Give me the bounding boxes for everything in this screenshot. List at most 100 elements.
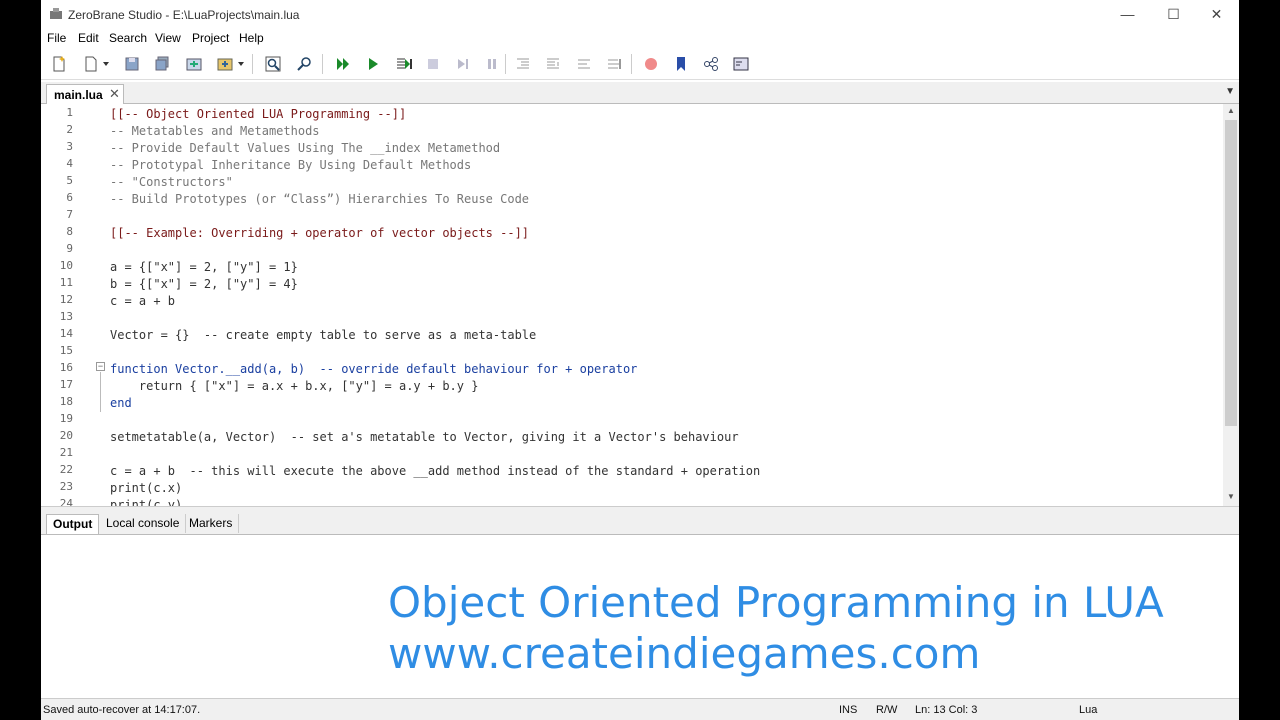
save-all-icon[interactable] xyxy=(152,54,172,74)
right-letterbox xyxy=(1239,0,1280,720)
overlay-url: www.createindiegames.com xyxy=(388,629,981,678)
code-line: -- Build Prototypes (or “Class”) Hierarc… xyxy=(110,192,530,206)
scroll-thumb[interactable] xyxy=(1225,120,1237,426)
tab-label: main.lua xyxy=(54,88,103,102)
menu-project[interactable]: Project xyxy=(192,31,229,45)
line-number: 12 xyxy=(59,293,73,306)
line-number: 9 xyxy=(66,242,73,255)
breakpoint-icon[interactable] xyxy=(641,54,661,74)
menu-bar: File Edit Search View Project Help xyxy=(41,29,1239,49)
code-line: a = {["x"] = 2, ["y"] = 1} xyxy=(110,260,298,274)
scroll-down-icon[interactable]: ▼ xyxy=(1223,492,1239,501)
close-icon[interactable]: ✕ xyxy=(109,86,120,102)
overlay-title: Object Oriented Programming in LUA xyxy=(388,578,1164,627)
code-line: -- Provide Default Values Using The __in… xyxy=(110,141,501,155)
code-line: print(c.x) xyxy=(110,481,183,495)
code-text: [[-- Object Oriented LUA Programming --]… xyxy=(110,104,760,506)
replace-icon[interactable] xyxy=(295,54,315,74)
code-line: -- "Constructors" xyxy=(110,175,233,189)
line-number: 1 xyxy=(66,106,73,119)
editor-vertical-scrollbar[interactable]: ▲ ▼ xyxy=(1223,104,1239,506)
tab-main-lua[interactable]: main.lua ✕ xyxy=(46,84,124,104)
project-directory-icon[interactable] xyxy=(184,54,204,74)
status-bar: Saved auto-recover at 14:17:07. INS R/W … xyxy=(41,698,1239,720)
menu-edit[interactable]: Edit xyxy=(78,31,99,45)
status-cursor-position: Ln: 13 Col: 3 xyxy=(915,704,978,716)
share-icon[interactable] xyxy=(701,54,721,74)
status-language: Lua xyxy=(1079,704,1098,716)
break-icon[interactable] xyxy=(482,54,502,74)
fold-line xyxy=(100,372,101,412)
status-access: R/W xyxy=(876,704,898,716)
line-number: 14 xyxy=(59,327,73,340)
line-number: 22 xyxy=(59,463,73,476)
line-number: 17 xyxy=(59,378,73,391)
uncomment-icon[interactable] xyxy=(604,54,624,74)
tab-local-console[interactable]: Local console xyxy=(100,514,187,533)
indent-icon[interactable] xyxy=(513,54,533,74)
start-debug-icon[interactable] xyxy=(363,54,383,74)
line-number: 13 xyxy=(59,310,73,323)
step-over-icon[interactable] xyxy=(453,54,473,74)
title-bar: ZeroBrane Studio - E:\LuaProjects\main.l… xyxy=(41,0,1239,29)
line-number: 8 xyxy=(66,225,73,238)
menu-search[interactable]: Search xyxy=(109,31,147,45)
fold-toggle[interactable]: − xyxy=(96,362,105,371)
scroll-up-icon[interactable]: ▲ xyxy=(1223,106,1239,115)
menu-help[interactable]: Help xyxy=(239,31,264,45)
code-line: c = a + b -- this will execute the above… xyxy=(110,464,761,478)
app-icon xyxy=(50,8,62,19)
open-directory-icon[interactable] xyxy=(215,54,235,74)
minimize-button[interactable]: — xyxy=(1105,0,1150,29)
close-window-button[interactable]: ✕ xyxy=(1194,0,1239,29)
left-letterbox xyxy=(0,0,41,720)
open-file-icon[interactable] xyxy=(81,54,101,74)
maximize-button[interactable]: ☐ xyxy=(1151,0,1196,29)
code-line: [[-- Object Oriented LUA Programming --]… xyxy=(110,107,407,121)
code-line: -- Metatables and Metamethods xyxy=(110,124,320,138)
line-number: 21 xyxy=(59,446,73,459)
output-panel[interactable]: Object Oriented Programming in LUA www.c… xyxy=(41,535,1239,698)
tab-markers[interactable]: Markers xyxy=(183,514,240,533)
line-number: 20 xyxy=(59,429,73,442)
line-number: 16 xyxy=(59,361,73,374)
console-icon[interactable] xyxy=(731,54,751,74)
toolbar-separator xyxy=(631,54,632,74)
tab-output[interactable]: Output xyxy=(46,514,100,534)
status-message: Saved auto-recover at 14:17:07. xyxy=(43,704,201,716)
line-number: 3 xyxy=(66,140,73,153)
code-line: Vector = {} -- create empty table to ser… xyxy=(110,328,537,342)
output-tab-bar: Output Local console Markers xyxy=(41,512,1239,535)
bookmark-icon[interactable] xyxy=(671,54,691,74)
window-title: ZeroBrane Studio - E:\LuaProjects\main.l… xyxy=(68,8,300,22)
line-number: 2 xyxy=(66,123,73,136)
line-number: 10 xyxy=(59,259,73,272)
new-file-icon[interactable] xyxy=(49,54,69,74)
menu-view[interactable]: View xyxy=(155,31,181,45)
find-icon[interactable] xyxy=(263,54,283,74)
toolbar-separator xyxy=(322,54,323,74)
code-line: b = {["x"] = 2, ["y"] = 4} xyxy=(110,277,298,291)
editor-tab-bar: main.lua ✕ ▼ xyxy=(41,82,1239,104)
stop-icon[interactable] xyxy=(423,54,443,74)
code-line: -- Prototypal Inheritance By Using Defau… xyxy=(110,158,472,172)
line-number: 6 xyxy=(66,191,73,204)
step-icon[interactable] xyxy=(394,54,414,74)
menu-file[interactable]: File xyxy=(47,31,66,45)
toolbar-separator xyxy=(252,54,253,74)
save-icon[interactable] xyxy=(122,54,142,74)
tab-list-icon[interactable]: ▼ xyxy=(1225,86,1235,97)
status-insert-mode: INS xyxy=(839,704,858,716)
chevron-down-icon[interactable] xyxy=(101,54,111,74)
line-number: 5 xyxy=(66,174,73,187)
outdent-icon[interactable] xyxy=(543,54,563,74)
line-number: 18 xyxy=(59,395,73,408)
code-editor[interactable]: 1 2 3 4 5 6 7 8 9 10 11 12 13 14 15 16 1… xyxy=(41,104,1239,506)
comment-icon[interactable] xyxy=(574,54,594,74)
run-icon[interactable] xyxy=(333,54,353,74)
code-line: [[-- Example: Overriding + operator of v… xyxy=(110,226,530,240)
code-line: c = a + b xyxy=(110,294,176,308)
line-number: 15 xyxy=(59,344,73,357)
toolbar xyxy=(41,49,1239,80)
chevron-down-icon[interactable] xyxy=(236,54,246,74)
